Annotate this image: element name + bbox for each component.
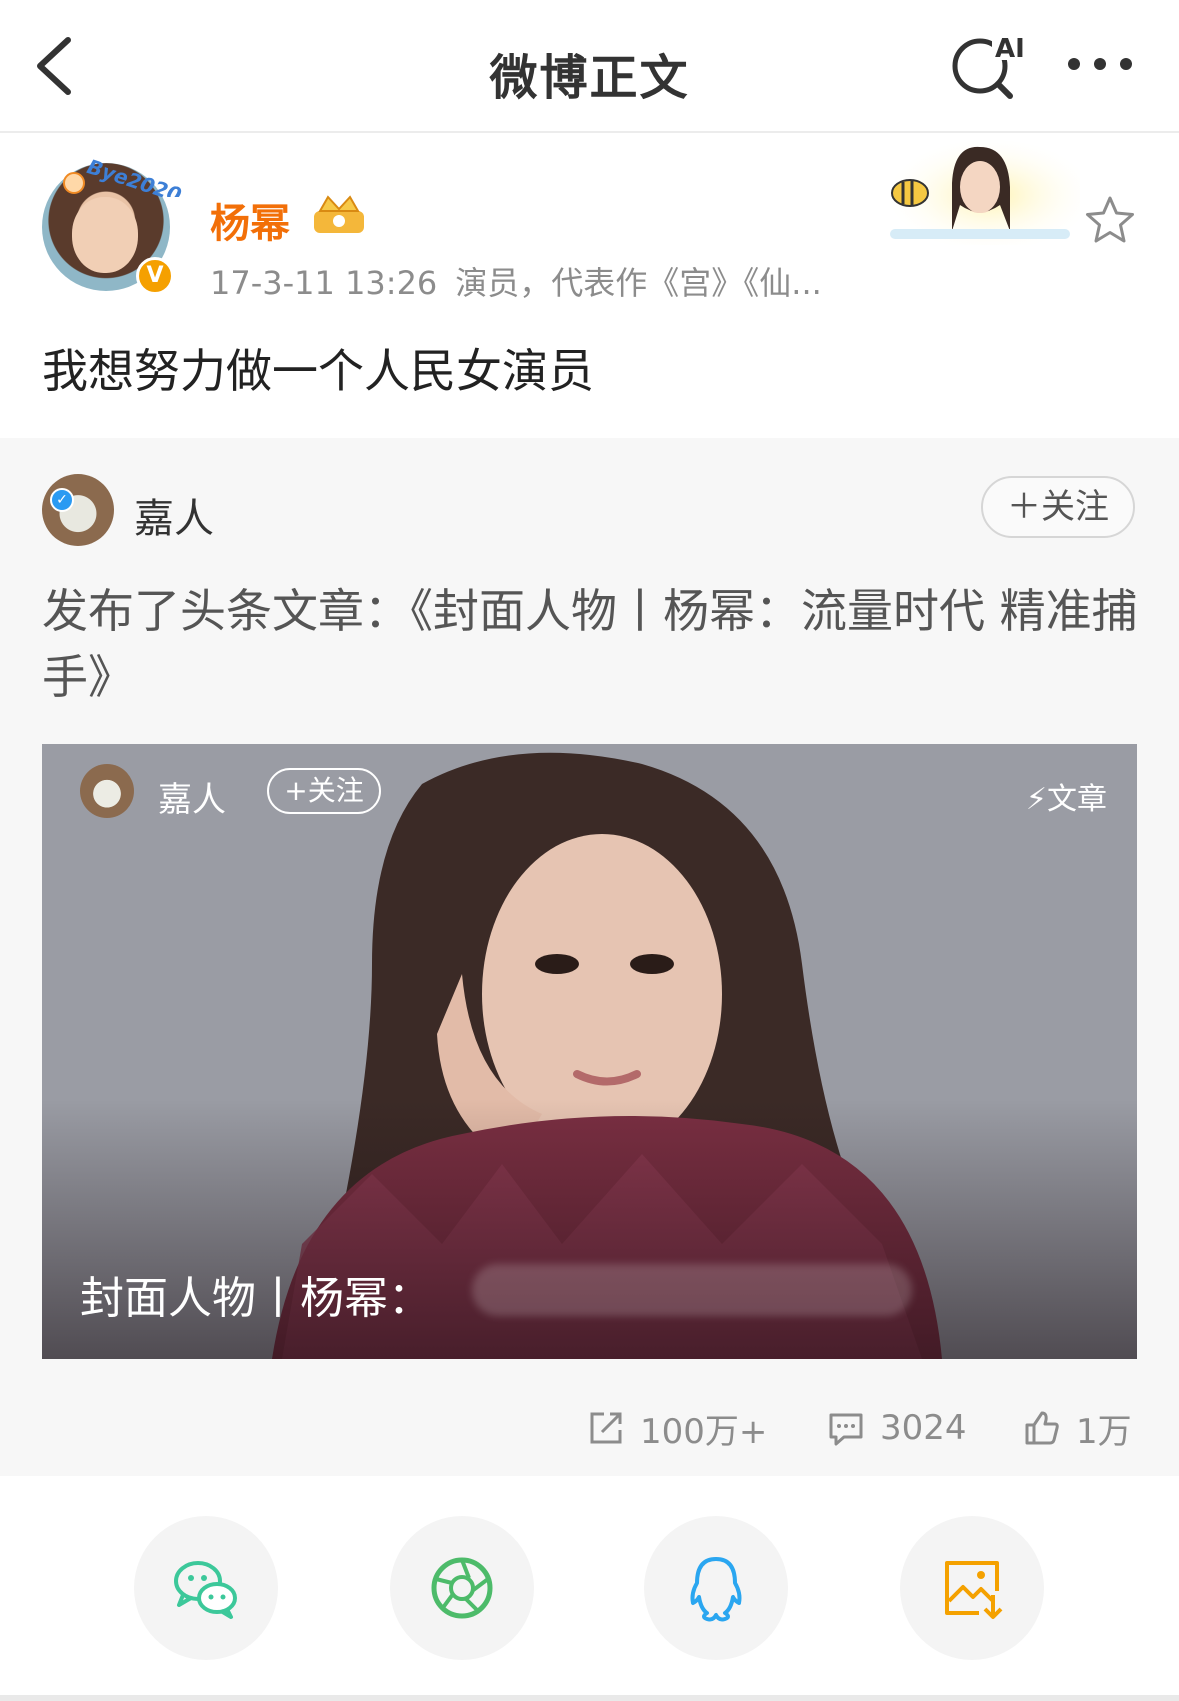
repost-icon [590, 1412, 622, 1444]
wechat-icon [174, 1561, 237, 1619]
repost-text: 发布了头条文章：《封面人物丨杨幂：流量时代 精准捕手》 [42, 584, 1138, 704]
thumbs-up-icon [1025, 1411, 1059, 1445]
avatar[interactable]: Bye2020 V [42, 157, 182, 295]
repost-author-name[interactable]: 嘉人 [134, 486, 214, 544]
save-image-button[interactable] [900, 1516, 1044, 1660]
share-qq-button[interactable] [644, 1516, 788, 1660]
author-name[interactable]: 杨幂 [210, 191, 290, 249]
post-header: Bye2020 V 杨幂 17-3-11 13:26 演员，代表作《宫》《仙... [0, 135, 1179, 438]
repost-block[interactable]: ✓ 嘉人 ＋关注 发布了头条文章：《封面人物丨杨幂：流量时代 精准捕手》 嘉人 … [0, 438, 1179, 1476]
post-meta: 17-3-11 13:26 演员，代表作《宫》《仙... [210, 258, 822, 304]
moments-icon [431, 1557, 493, 1619]
action-bar: 100万+ 3024 1万 [0, 1398, 1179, 1458]
lightning-icon: ⚡ [1025, 782, 1047, 817]
card-author-name[interactable]: 嘉人 [158, 772, 226, 821]
card-avatar[interactable] [80, 764, 134, 818]
more-button[interactable] [1060, 42, 1140, 82]
repost-avatar[interactable] [42, 474, 114, 546]
bottom-divider [0, 1695, 1179, 1701]
comment-button[interactable]: 3024 [826, 1398, 967, 1458]
crown-icon [314, 195, 364, 233]
avatar-face [72, 197, 138, 273]
article-tag-label: 文章 [1047, 782, 1107, 817]
post-time: 17-3-11 13:26 [210, 264, 438, 302]
like-button[interactable]: 1万 [1022, 1398, 1132, 1458]
article-card[interactable]: 嘉人 +关注 ⚡文章 封面人物丨杨幂： [42, 744, 1137, 1359]
star-icon [1086, 196, 1134, 243]
follow-button[interactable]: ＋关注 [981, 476, 1135, 538]
qq-icon [690, 1557, 742, 1622]
verified-icon: ✓ [50, 488, 74, 512]
article-tag: ⚡文章 [1026, 774, 1107, 818]
share-moments-button[interactable] [390, 1516, 534, 1660]
decoration-card[interactable] [870, 135, 1080, 245]
comment-count: 3024 [880, 1408, 967, 1448]
top-nav-bar: 微博正文 AI [0, 0, 1179, 133]
repost-button[interactable]: 100万+ [586, 1398, 767, 1458]
card-follow-button[interactable]: +关注 [267, 768, 381, 814]
favorite-button[interactable] [1082, 193, 1138, 249]
svg-text:Bye2020: Bye2020 [84, 157, 182, 197]
more-icon [1068, 58, 1132, 70]
share-wechat-button[interactable] [134, 1516, 278, 1660]
article-title: 封面人物丨杨幂： [80, 1273, 432, 1324]
svg-text:AI: AI [995, 34, 1025, 64]
post-text: 我想努力做一个人民女演员 [42, 344, 594, 398]
avatar-frame-tag: Bye2020 [63, 157, 182, 197]
blurred-title-area [472, 1264, 912, 1316]
share-bar [0, 1476, 1179, 1701]
vip-badge: V [136, 257, 174, 295]
save-image-icon [945, 1561, 1003, 1619]
like-count: 1万 [1076, 1411, 1132, 1452]
author-description: 演员，代表作《宫》《仙... [455, 264, 822, 302]
comment-icon [829, 1413, 863, 1446]
ai-search-button[interactable]: AI [948, 28, 1030, 104]
ai-search-icon: AI [952, 34, 1030, 99]
repost-count: 100万+ [640, 1411, 768, 1452]
